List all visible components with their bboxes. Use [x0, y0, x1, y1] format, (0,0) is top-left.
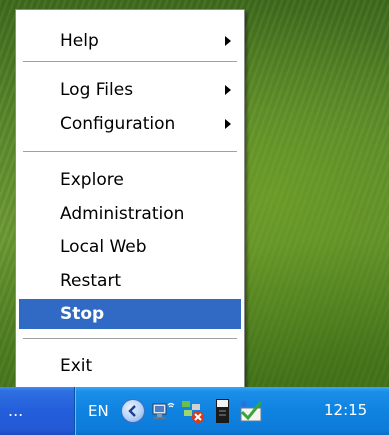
- menu-item-label: Log Files: [60, 80, 134, 100]
- menu-item-exit[interactable]: Exit: [19, 351, 241, 381]
- menu-item-label: Local Web: [60, 237, 147, 257]
- network-wireless-icon[interactable]: [151, 398, 177, 424]
- menu-item-restart[interactable]: Restart: [19, 266, 241, 296]
- menu-separator: [23, 338, 237, 339]
- submenu-arrow-icon: [225, 36, 231, 46]
- menu-item-label: Administration: [60, 204, 185, 224]
- menu-item-label: Restart: [60, 271, 122, 291]
- chevron-left-icon: [128, 405, 136, 417]
- menu-separator: [23, 151, 237, 152]
- menu-item-label: Exit: [60, 356, 93, 376]
- submenu-arrow-icon: [225, 85, 231, 95]
- menu-item-local-web[interactable]: Local Web: [19, 232, 241, 262]
- menu-item-help[interactable]: Help: [19, 26, 241, 56]
- clock[interactable]: 12:15: [324, 401, 367, 419]
- menu-item-log-files[interactable]: Log Files: [19, 75, 241, 105]
- taskbar: ... EN 12:15: [0, 387, 389, 435]
- system-tray: EN 12:15: [74, 387, 389, 435]
- menu-item-label: Help: [60, 31, 99, 51]
- menu-item-explore[interactable]: Explore: [19, 165, 241, 195]
- menu-item-stop[interactable]: Stop: [19, 299, 241, 329]
- taskbar-truncated-button[interactable]: ...: [8, 401, 23, 420]
- menu-item-label: Configuration: [60, 114, 176, 134]
- submenu-arrow-icon: [225, 119, 231, 129]
- menu-item-label: Explore: [60, 170, 124, 190]
- network-error-icon[interactable]: [180, 398, 206, 424]
- menu-separator: [23, 61, 237, 62]
- scheduler-check-icon[interactable]: [238, 398, 264, 424]
- menu-item-label: Stop: [60, 304, 105, 324]
- application-server-icon[interactable]: [210, 398, 236, 424]
- language-indicator[interactable]: EN: [88, 402, 109, 420]
- tray-context-menu: Help Log Files Configuration Explore Adm…: [15, 9, 245, 388]
- menu-item-administration[interactable]: Administration: [19, 199, 241, 229]
- show-hidden-icons-button[interactable]: [121, 399, 145, 423]
- menu-item-configuration[interactable]: Configuration: [19, 109, 241, 139]
